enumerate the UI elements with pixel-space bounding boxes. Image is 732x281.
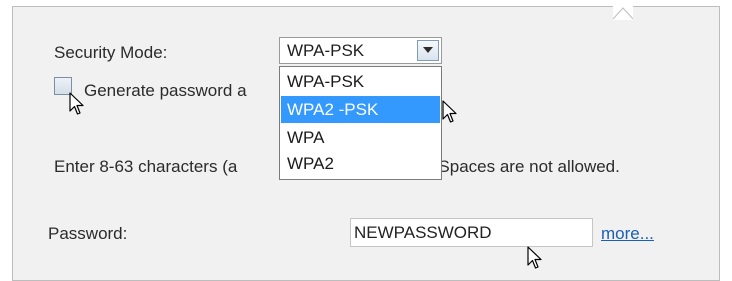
more-link[interactable]: more... bbox=[601, 224, 654, 244]
dropdown-toggle-button[interactable] bbox=[417, 40, 439, 61]
security-mode-dropdown-list[interactable]: WPA-PSK WPA2 -PSK WPA WPA2 bbox=[279, 66, 442, 180]
security-mode-select[interactable]: WPA-PSK bbox=[279, 37, 442, 64]
dropdown-option-wpa-psk[interactable]: WPA-PSK bbox=[281, 68, 440, 95]
mouse-pointer-icon bbox=[527, 246, 542, 269]
mouse-pointer-icon bbox=[69, 92, 84, 115]
password-input[interactable] bbox=[350, 218, 593, 247]
dropdown-option-wpa2-psk[interactable]: WPA2 -PSK bbox=[281, 96, 440, 123]
password-label: Password: bbox=[48, 224, 128, 243]
mouse-pointer-icon bbox=[442, 100, 457, 123]
security-mode-selected-value: WPA-PSK bbox=[287, 41, 365, 60]
dropdown-option-wpa2[interactable]: WPA2 bbox=[281, 150, 440, 177]
panel-notch bbox=[613, 6, 633, 20]
security-mode-label: Security Mode: bbox=[54, 43, 168, 62]
dropdown-option-wpa[interactable]: WPA bbox=[281, 124, 440, 151]
generate-password-label: Generate password a bbox=[84, 81, 247, 100]
chevron-down-icon bbox=[423, 47, 433, 53]
